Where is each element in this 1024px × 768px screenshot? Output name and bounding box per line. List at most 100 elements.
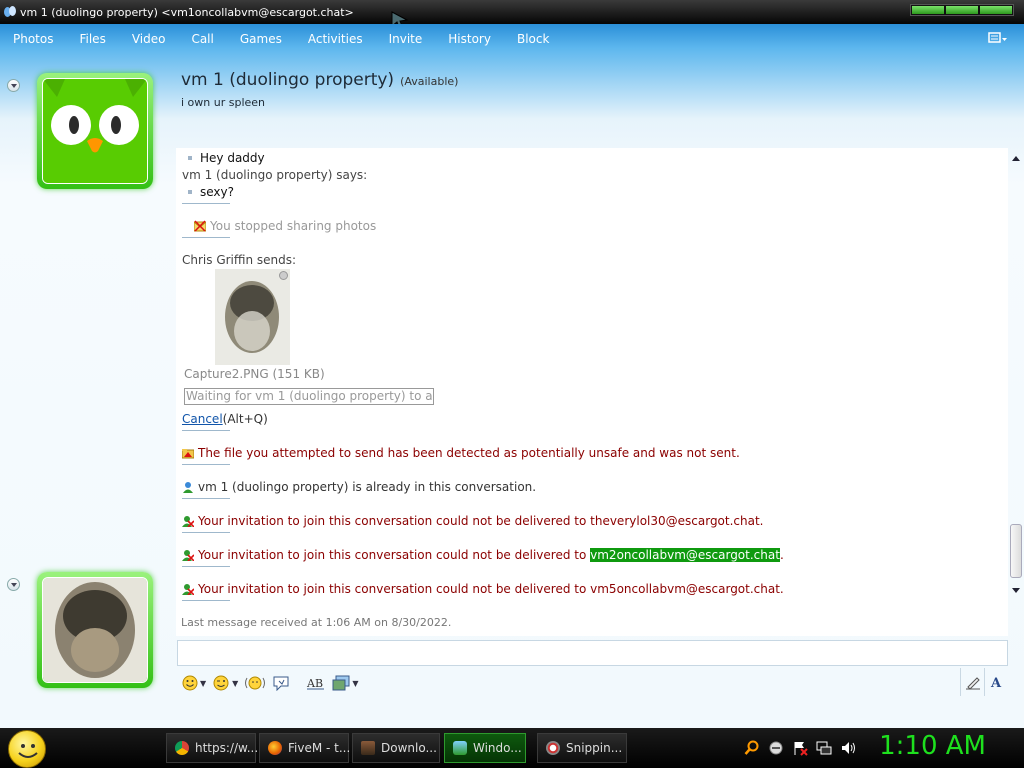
- window-title: vm 1 (duolingo property) <vm1oncollabvm@…: [20, 5, 354, 19]
- taskbar-item-snipping-tool[interactable]: Snippin...: [537, 733, 627, 763]
- scroll-down-arrow-icon[interactable]: [1012, 588, 1020, 593]
- menu-video[interactable]: Video: [119, 24, 179, 54]
- wink-button[interactable]: ▼: [212, 671, 238, 695]
- download-icon: [361, 741, 375, 755]
- taskbar-item-firefox[interactable]: FiveM - t...: [259, 733, 351, 763]
- stopped-sharing-text: You stopped sharing photos: [210, 219, 377, 233]
- volume-icon[interactable]: [840, 740, 856, 756]
- separator: [182, 566, 230, 567]
- menu-call[interactable]: Call: [178, 24, 226, 54]
- collapse-contact-button[interactable]: [7, 79, 20, 92]
- messenger-status-icon[interactable]: [768, 740, 784, 756]
- svg-text:AB: AB: [306, 677, 323, 690]
- folder-warning-icon: [182, 449, 194, 459]
- close-button[interactable]: [980, 6, 1012, 14]
- separator: [182, 464, 230, 465]
- maximize-button[interactable]: [946, 6, 978, 14]
- window-controls[interactable]: [910, 4, 1014, 16]
- chevron-down-icon: ▼: [200, 678, 207, 688]
- emoticon-button[interactable]: ▼: [182, 671, 206, 695]
- taskbar-item-chrome[interactable]: https://w...: [166, 733, 259, 763]
- cancel-transfer-link[interactable]: Cancel: [182, 412, 223, 426]
- network-icon[interactable]: [816, 740, 832, 756]
- chat-scrollbar[interactable]: [1008, 148, 1024, 636]
- cancel-line: Cancel(Alt+Q): [182, 412, 268, 426]
- chat-history[interactable]: Hey daddy vm 1 (duolingo property) says:…: [176, 148, 1008, 636]
- search-icon[interactable]: [744, 740, 760, 756]
- chrome-icon: [175, 741, 189, 755]
- contact-display-name: vm 1 (duolingo property): [181, 70, 395, 90]
- envelope-icon: [194, 220, 206, 232]
- last-message-timestamp: Last message received at 1:06 AM on 8/30…: [181, 616, 452, 629]
- wink-icon: [213, 675, 229, 691]
- menu-photos[interactable]: Photos: [0, 24, 66, 54]
- title-bar[interactable]: vm 1 (duolingo property) <vm1oncollabvm@…: [0, 0, 1024, 31]
- selected-invite-email[interactable]: vm2oncollabvm@escargot.chat: [590, 548, 780, 562]
- cancel-shortcut: (Alt+Q): [222, 412, 268, 426]
- taskbar-clock[interactable]: 1:10 AM: [879, 731, 986, 761]
- system-tray: [744, 737, 856, 759]
- taskbar-item-label: Snippin...: [566, 741, 623, 755]
- smiley-start-icon: [18, 744, 38, 758]
- menu-activities[interactable]: Activities: [295, 24, 376, 54]
- menu-invite[interactable]: Invite: [376, 24, 436, 54]
- handwriting-button[interactable]: [960, 668, 984, 696]
- taskbar-item-downloads[interactable]: Downlo...: [352, 733, 440, 763]
- sender-says-label: vm 1 (duolingo property) says:: [182, 168, 368, 182]
- scroll-up-arrow-icon[interactable]: [1012, 156, 1020, 161]
- nudge-button[interactable]: [244, 671, 266, 695]
- invite-fail-text: Your invitation to join this conversatio…: [198, 514, 587, 528]
- invite-fail-text: Your invitation to join this conversatio…: [198, 548, 587, 562]
- background-image-icon: [332, 675, 350, 691]
- invitation-failed-notice: Your invitation to join this conversatio…: [182, 514, 764, 528]
- action-center-flag-icon[interactable]: [792, 740, 808, 756]
- contact-status: (Available): [400, 75, 459, 88]
- svg-text:A: A: [990, 676, 1002, 690]
- invite-email: theverylol30@escargot.chat.: [590, 514, 764, 528]
- contact-avatar[interactable]: [37, 73, 153, 189]
- buddy-error-icon: [182, 550, 194, 561]
- taskbar: https://w... FiveM - t... Downlo... Wind…: [0, 728, 1024, 768]
- menu-files[interactable]: Files: [66, 24, 118, 54]
- taskbar-item-label: Downlo...: [381, 741, 437, 755]
- smiley-icon: [182, 675, 198, 691]
- photo-sharing-notice: You stopped sharing photos: [194, 219, 376, 233]
- speech-bubble-icon: [273, 676, 289, 691]
- menu-block[interactable]: Block: [504, 24, 562, 54]
- unsafe-file-text: The file you attempted to send has been …: [198, 446, 740, 460]
- background-button[interactable]: ▼: [332, 671, 358, 695]
- taskbar-item-messenger[interactable]: Windo...: [444, 733, 526, 763]
- separator: [182, 237, 230, 238]
- minimize-button[interactable]: [912, 6, 944, 14]
- duolingo-owl-picture: [42, 78, 148, 184]
- taskbar-item-label: FiveM - t...: [288, 741, 351, 755]
- start-button[interactable]: [8, 730, 46, 768]
- contact-name: vm 1 (duolingo property) (Available): [181, 70, 458, 90]
- input-toolbar: ▼ ▼ AB ▼ A: [177, 668, 1008, 698]
- messenger-icon: [453, 741, 467, 755]
- font-button[interactable]: AB: [306, 671, 326, 695]
- voice-clip-button[interactable]: [272, 671, 290, 695]
- pen-icon: [965, 677, 980, 690]
- remove-file-icon[interactable]: [279, 271, 288, 280]
- collapse-self-button[interactable]: [7, 578, 20, 591]
- menu-history[interactable]: History: [435, 24, 504, 54]
- separator: [182, 430, 230, 431]
- self-avatar[interactable]: [37, 572, 153, 688]
- file-sender-label: Chris Griffin sends:: [182, 253, 297, 267]
- invite-fail-text: Your invitation to join this conversatio…: [198, 582, 587, 596]
- text-mode-icon: A: [990, 676, 1002, 690]
- conversation-window: Photos Files Video Call Games Activities…: [0, 24, 1024, 728]
- firefox-icon: [268, 741, 282, 755]
- file-thumbnail[interactable]: [215, 269, 290, 365]
- options-menu-icon[interactable]: [988, 32, 1008, 46]
- buddy-error-icon: [182, 516, 194, 527]
- invitation-failed-notice: Your invitation to join this conversatio…: [182, 582, 784, 596]
- chevron-down-icon: ▼: [352, 678, 359, 688]
- message-input[interactable]: [177, 640, 1008, 666]
- text-mode-button[interactable]: A: [984, 668, 1008, 696]
- invitation-failed-notice: Your invitation to join this conversatio…: [182, 548, 784, 562]
- menu-games[interactable]: Games: [227, 24, 295, 54]
- scrollbar-thumb[interactable]: [1010, 524, 1022, 578]
- taskbar-item-label: https://w...: [195, 741, 259, 755]
